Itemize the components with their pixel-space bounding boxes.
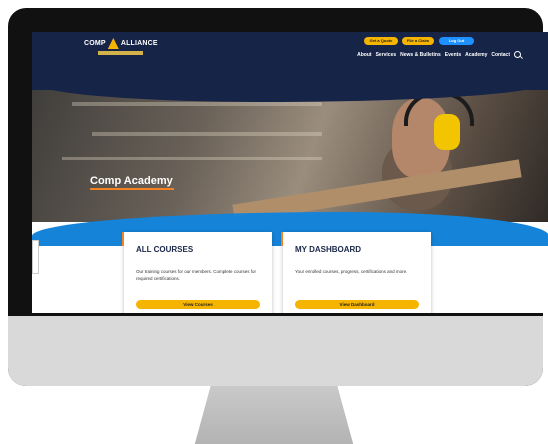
monitor-stand — [194, 386, 354, 444]
view-dashboard-button[interactable]: View Dashboard — [295, 300, 419, 309]
card-my-dashboard: MY DASHBOARD Your enrolled courses, prog… — [281, 232, 431, 313]
logo-ribbon — [98, 51, 143, 55]
main-menu: About Services News & Bulletins Events A… — [357, 51, 521, 58]
nav-academy[interactable]: Academy — [465, 52, 487, 58]
hero-title: Comp Academy — [90, 175, 173, 187]
card-description: Our training courses for our members. Co… — [136, 269, 257, 281]
nav-services[interactable]: Services — [376, 52, 397, 58]
get-quote-button[interactable]: Get a Quote — [364, 37, 398, 45]
card-accent — [281, 232, 283, 246]
ear-protector-icon — [434, 114, 460, 150]
card-accent — [122, 232, 124, 246]
website-screen: COMP ALLIANCE Get a Quote File a Claim L… — [32, 32, 548, 313]
shelf-line — [92, 132, 322, 136]
search-icon[interactable] — [514, 51, 521, 58]
nav-news-bulletins[interactable]: News & Bulletins — [400, 52, 441, 58]
card-title: MY DASHBOARD — [295, 245, 362, 254]
side-tab[interactable] — [32, 240, 39, 274]
monitor-chin — [8, 316, 543, 386]
logo-text-left: COMP — [84, 40, 106, 47]
logo-mark-icon — [107, 38, 119, 49]
nav-about[interactable]: About — [357, 52, 371, 58]
file-claim-button[interactable]: File a Claim — [402, 37, 434, 45]
nav-contact[interactable]: Contact — [491, 52, 510, 58]
logo[interactable]: COMP ALLIANCE — [84, 38, 158, 49]
shelf-line — [62, 157, 322, 160]
log-out-button[interactable]: Log Out — [439, 37, 474, 45]
hero-underline — [90, 188, 174, 190]
view-courses-button[interactable]: View Courses — [136, 300, 260, 309]
card-all-courses: ALL COURSES Our training courses for our… — [122, 232, 272, 313]
card-description: Your enrolled courses, progress, certifi… — [295, 269, 408, 274]
logo-text-right: ALLIANCE — [120, 40, 158, 47]
top-navbar: COMP ALLIANCE Get a Quote File a Claim L… — [32, 32, 548, 90]
card-title: ALL COURSES — [136, 245, 194, 254]
shelf-line — [72, 102, 322, 106]
nav-events[interactable]: Events — [445, 52, 461, 58]
